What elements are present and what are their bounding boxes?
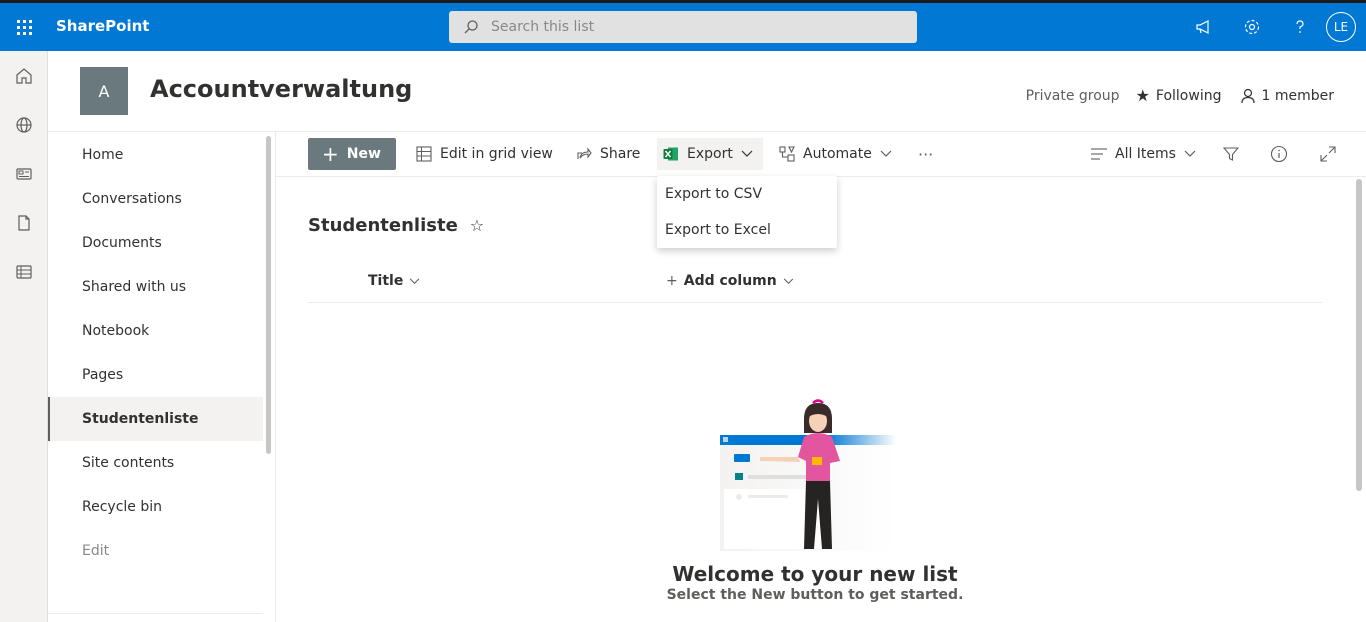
follow-button[interactable]: ★ Following xyxy=(1136,86,1222,105)
help-icon[interactable] xyxy=(1276,3,1324,51)
nav-item-pages[interactable]: Pages xyxy=(48,353,263,397)
plus-icon: + xyxy=(322,142,339,166)
home-icon[interactable] xyxy=(0,51,48,100)
automate-button[interactable]: Automate xyxy=(779,138,892,170)
nav-divider xyxy=(48,613,263,614)
app-rail xyxy=(0,51,48,622)
nav-scrollbar[interactable] xyxy=(266,136,271,454)
list-title: Studentenliste ☆ xyxy=(308,215,485,236)
chevron-down-icon xyxy=(783,278,793,284)
suite-bar: SharePoint LE xyxy=(0,0,1366,51)
gear-icon[interactable] xyxy=(1228,3,1276,51)
list-icon[interactable] xyxy=(0,247,48,296)
nav-item-studentenliste[interactable]: Studentenliste xyxy=(48,397,263,441)
search-box[interactable] xyxy=(449,11,917,43)
welcome-heading: Welcome to your new list xyxy=(672,562,958,586)
plus-icon: + xyxy=(666,273,678,289)
nav-item-documents[interactable]: Documents xyxy=(48,221,263,265)
grid-icon xyxy=(416,146,432,162)
chevron-down-icon xyxy=(880,146,892,162)
edit-grid-view-button[interactable]: Edit in grid view xyxy=(416,138,553,170)
app-brand-link[interactable]: SharePoint xyxy=(56,17,149,35)
flow-icon xyxy=(779,146,795,162)
members-label: 1 member xyxy=(1261,87,1334,104)
filter-icon[interactable] xyxy=(1223,138,1239,170)
search-icon xyxy=(464,20,478,34)
nav-edit-link[interactable]: Edit xyxy=(48,529,263,573)
view-selector[interactable]: All Items xyxy=(1091,138,1196,170)
command-bar: + New Edit in grid view Share Export Aut… xyxy=(276,132,1366,177)
nav-item-recycle-bin[interactable]: Recycle bin xyxy=(48,485,263,529)
export-menu: Export to CSV Export to Excel xyxy=(657,176,837,248)
user-avatar[interactable]: LE xyxy=(1326,12,1356,42)
members-button[interactable]: 1 member xyxy=(1241,88,1334,104)
expand-icon[interactable] xyxy=(1320,138,1336,170)
welcome-subtext: Select the New button to get started. xyxy=(666,587,964,603)
nav-item-conversations[interactable]: Conversations xyxy=(48,177,263,221)
chevron-down-icon xyxy=(410,278,420,284)
nav-item-site-contents[interactable]: Site contents xyxy=(48,441,263,485)
export-to-csv-item[interactable]: Export to CSV xyxy=(657,176,837,212)
site-header: A Accountverwaltung Private group ★ Foll… xyxy=(48,51,1366,132)
more-options-button[interactable]: ··· xyxy=(918,138,933,170)
column-header-title[interactable]: Title xyxy=(368,273,420,289)
chevron-down-icon xyxy=(1184,146,1196,162)
nav-item-shared-with-us[interactable]: Shared with us xyxy=(48,265,263,309)
new-button[interactable]: + New xyxy=(308,138,396,170)
export-to-excel-item[interactable]: Export to Excel xyxy=(657,212,837,248)
document-icon[interactable] xyxy=(0,198,48,247)
export-button[interactable]: Export xyxy=(657,138,763,170)
column-header-row: Title + Add column xyxy=(308,263,1322,303)
view-list-icon xyxy=(1091,148,1107,160)
follow-label: Following xyxy=(1155,87,1222,104)
megaphone-icon[interactable] xyxy=(1180,3,1228,51)
info-icon[interactable] xyxy=(1270,138,1288,170)
search-input[interactable] xyxy=(491,19,871,35)
star-filled-icon: ★ xyxy=(1135,86,1150,105)
globe-icon[interactable] xyxy=(0,100,48,149)
chevron-down-icon xyxy=(741,146,753,162)
share-button[interactable]: Share xyxy=(576,138,640,170)
nav-item-notebook[interactable]: Notebook xyxy=(48,309,263,353)
site-title[interactable]: Accountverwaltung xyxy=(150,75,412,103)
star-outline-icon[interactable]: ☆ xyxy=(470,216,484,235)
nav-item-home[interactable]: Home xyxy=(48,133,263,177)
site-logo[interactable]: A xyxy=(80,67,128,115)
app-launcher-icon[interactable] xyxy=(8,11,40,43)
excel-icon xyxy=(663,147,678,161)
content-scrollbar[interactable] xyxy=(1356,179,1362,491)
group-privacy-label: Private group xyxy=(1025,87,1120,104)
share-icon xyxy=(577,147,592,159)
add-column-button[interactable]: + Add column xyxy=(666,273,794,289)
person-icon xyxy=(1241,88,1256,103)
site-navigation: Home Conversations Documents Shared with… xyxy=(48,132,276,622)
news-icon[interactable] xyxy=(0,149,48,198)
empty-list-illustration xyxy=(720,399,896,551)
